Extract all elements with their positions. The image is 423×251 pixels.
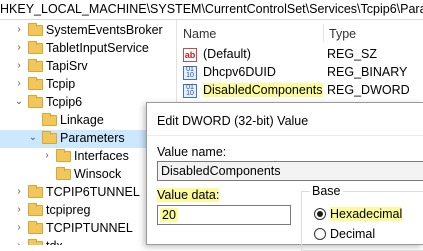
column-header-name[interactable]: Name	[183, 27, 216, 41]
chevron-right-icon[interactable]: ›	[14, 24, 24, 36]
folder-open-icon	[42, 131, 57, 144]
tree-item-label: SystemEventsBroker	[46, 23, 163, 37]
tree-item-tabletinputservice[interactable]: › TabletInputService	[0, 40, 176, 58]
value-name-label: Value name:	[157, 145, 227, 159]
value-name-text: DisabledComponents	[161, 164, 281, 178]
address-bar[interactable]: HKEY_LOCAL_MACHINE\SYSTEM\CurrentControl…	[0, 0, 423, 20]
tree-item-tapisrv[interactable]: › TapiSrv	[0, 58, 176, 76]
chevron-right-icon[interactable]: ›	[14, 78, 24, 90]
title-divider	[147, 135, 423, 136]
list-row-dhcpv6duid[interactable]: 01 10 Dhcpv6DUID REG_BINARY	[177, 64, 423, 82]
base-group-label: Base	[310, 184, 343, 198]
tree-item-label: Parameters	[60, 131, 125, 145]
folder-icon	[28, 203, 43, 216]
tree-item-label: Tcpip6	[46, 95, 83, 109]
value-name: Dhcpv6DUID	[203, 65, 276, 79]
chevron-right-icon[interactable]: ›	[14, 222, 24, 234]
chevron-right-icon[interactable]: ›	[14, 60, 24, 72]
value-name: (Default)	[203, 47, 251, 61]
folder-icon	[28, 41, 43, 54]
value-type: REG_BINARY	[327, 65, 408, 79]
list-row-disabledcomponents[interactable]: 01 10 DisabledComponents REG_DWORD	[177, 82, 423, 100]
tree-item-label: TCPIP6TUNNEL	[46, 185, 140, 199]
edit-dword-dialog: Edit DWORD (32-bit) Value Value name: Di…	[146, 102, 423, 251]
folder-icon	[28, 221, 43, 234]
folder-icon	[42, 113, 57, 126]
chevron-right-icon[interactable]: ›	[14, 186, 24, 198]
tree-item-systemeventsbroker[interactable]: › SystemEventsBroker	[0, 22, 176, 40]
tree-item-label: Tcpip	[46, 77, 76, 91]
decimal-radio[interactable]	[314, 228, 326, 240]
value-type: REG_DWORD	[327, 83, 410, 97]
value-data-text: 20	[160, 208, 178, 222]
dialog-title: Edit DWORD (32-bit) Value	[157, 114, 309, 128]
folder-icon	[28, 23, 43, 36]
tree-item-label: Interfaces	[74, 149, 129, 163]
decimal-label[interactable]: Decimal	[330, 227, 375, 241]
value-data-input[interactable]: 20	[157, 205, 291, 225]
list-row-default[interactable]: ab (Default) REG_SZ	[177, 46, 423, 64]
folder-icon	[56, 149, 71, 162]
column-divider[interactable]	[323, 24, 324, 42]
tree-item-label: Linkage	[60, 113, 104, 127]
folder-icon	[28, 185, 43, 198]
tree-item-label: tdx	[46, 239, 63, 245]
folder-icon	[28, 77, 43, 90]
base-group: Base Hexadecimal Decimal	[301, 184, 423, 251]
column-header-type[interactable]: Type	[329, 27, 356, 41]
value-name: DisabledComponents	[203, 83, 323, 97]
folder-open-icon	[28, 95, 43, 108]
value-name-field: DisabledComponents	[157, 161, 423, 181]
tree-item-label: tcpipreg	[46, 203, 91, 217]
folder-icon	[56, 167, 71, 180]
string-value-icon: ab	[183, 48, 197, 62]
chevron-down-icon[interactable]: ⌄	[28, 132, 38, 144]
hexadecimal-radio[interactable]	[314, 208, 326, 220]
address-path: HKEY_LOCAL_MACHINE\SYSTEM\CurrentControl…	[0, 2, 423, 16]
tree-item-label: TabletInputService	[46, 41, 149, 55]
chevron-right-icon[interactable]: ›	[14, 42, 24, 54]
chevron-right-icon[interactable]: ›	[14, 240, 24, 245]
value-type: REG_SZ	[327, 47, 378, 61]
tree-item-tcpip[interactable]: › Tcpip	[0, 76, 176, 94]
folder-icon	[28, 239, 43, 245]
chevron-right-icon[interactable]: ›	[14, 204, 24, 216]
chevron-down-icon[interactable]: ⌄	[14, 96, 24, 108]
tree-item-label: TapiSrv	[46, 59, 88, 73]
binary-value-icon: 01 10	[183, 84, 197, 98]
tree-item-label: TCPIPTUNNEL	[46, 221, 133, 235]
value-data-label: Value data:	[157, 188, 220, 202]
folder-icon	[28, 59, 43, 72]
binary-value-icon: 01 10	[183, 66, 197, 80]
chevron-right-icon[interactable]: ›	[42, 150, 52, 162]
hexadecimal-label[interactable]: Hexadecimal	[330, 207, 403, 221]
tree-item-label: Winsock	[74, 167, 122, 181]
